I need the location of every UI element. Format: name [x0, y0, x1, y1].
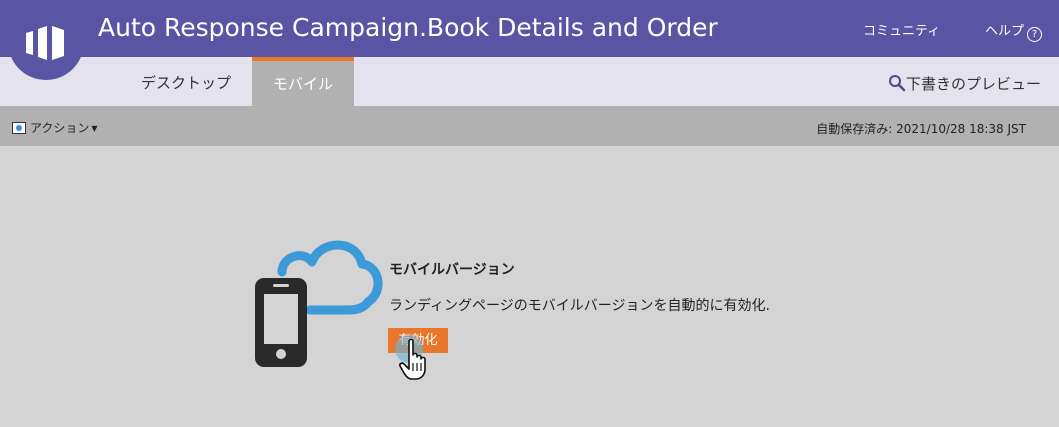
enable-button[interactable]: 有効化: [388, 328, 448, 353]
help-link[interactable]: ヘルプ?: [985, 20, 1043, 42]
chevron-down-icon: ▼: [91, 124, 98, 133]
mobile-cloud-illustration: [255, 240, 383, 367]
search-icon: [888, 75, 906, 92]
draft-preview-link[interactable]: 下書きのプレビュー: [888, 73, 1041, 94]
app-header: Auto Response Campaign.Book Details and …: [0, 0, 1059, 57]
toolbar: アクション ▼ 自動保存済み: 2021/10/28 18:38 JST: [0, 106, 1059, 146]
preview-label: 下書きのプレビュー: [905, 75, 1041, 93]
autosave-status: 自動保存済み: 2021/10/28 18:38 JST: [816, 122, 1026, 136]
actions-icon: [12, 122, 26, 134]
actions-menu[interactable]: アクション ▼: [12, 119, 98, 136]
help-label: ヘルプ: [985, 24, 1025, 39]
page-title: Auto Response Campaign.Book Details and …: [98, 13, 718, 42]
community-link[interactable]: コミュニティ: [863, 20, 940, 39]
actions-label: アクション: [30, 121, 90, 135]
marketo-logo[interactable]: [8, 4, 84, 80]
tab-mobile[interactable]: モバイル: [252, 57, 354, 106]
tab-desktop[interactable]: デスクトップ: [125, 57, 247, 106]
help-icon: ?: [1027, 27, 1043, 42]
logo-bars-icon: [26, 26, 64, 60]
mobile-version-heading: モバイルバージョン: [389, 262, 515, 278]
mobile-version-description: ランディングページのモバイルバージョンを自動的に有効化.: [389, 298, 770, 314]
